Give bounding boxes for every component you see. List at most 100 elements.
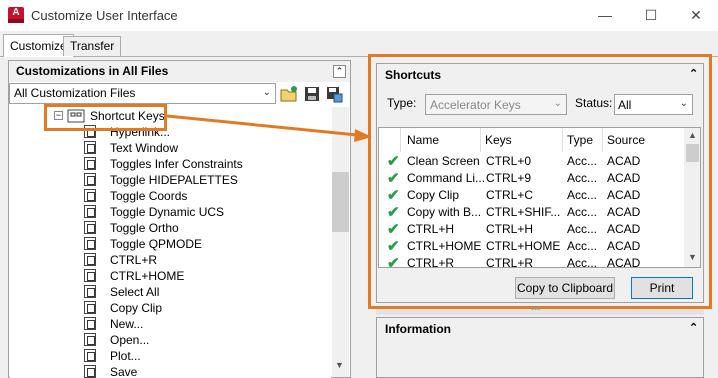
cell-keys: CTRL+HOME xyxy=(486,239,561,253)
table-row[interactable]: ✔ CTRL+H CTRL+H Acc... ACAD xyxy=(379,221,685,238)
tree-item-label: Toggle Coords xyxy=(110,189,188,203)
tree-item-label: Open... xyxy=(110,333,150,347)
cell-name: CTRL+R xyxy=(407,256,455,268)
cell-keys: CTRL+H xyxy=(486,222,534,236)
column-header-keys[interactable]: Keys xyxy=(481,128,563,152)
chevron-down-icon: ⌄ xyxy=(262,87,271,98)
cell-type: Acc... xyxy=(567,239,598,253)
shortcut-key-icon xyxy=(84,349,96,362)
save-as-icon[interactable] xyxy=(325,85,343,103)
cell-source: ACAD xyxy=(607,256,641,268)
table-row[interactable]: ✔ CTRL+R CTRL+R Acc... ACAD xyxy=(379,255,685,268)
cell-type: Acc... xyxy=(567,171,598,185)
table-row[interactable]: ✔ Copy Clip CTRL+C Acc... ACAD xyxy=(379,187,685,204)
status-label: Status: xyxy=(575,96,613,110)
table-row[interactable]: ✔ Clean Screen CTRL+0 Acc... ACAD xyxy=(379,153,685,170)
print-button[interactable]: Print xyxy=(631,277,693,299)
tree-item-label: CTRL+HOME xyxy=(110,269,185,283)
check-icon: ✔ xyxy=(387,153,400,170)
cell-name: Copy Clip xyxy=(407,188,460,202)
tree-item-label: Toggle Dynamic UCS xyxy=(110,205,225,219)
tree-item-label: Toggles Infer Constraints xyxy=(110,157,243,171)
collapse-information-icon[interactable]: ⌃ xyxy=(689,321,698,334)
scroll-down-icon[interactable]: ▼ xyxy=(688,252,697,262)
customization-file-select[interactable]: All Customization Files ⌄ xyxy=(9,83,276,104)
close-button[interactable]: ✕ xyxy=(673,0,718,31)
cell-source: ACAD xyxy=(607,222,641,236)
table-row[interactable]: ✔ Copy with B... CTRL+SHIF... Acc... ACAD xyxy=(379,204,685,221)
check-icon: ✔ xyxy=(387,170,400,187)
cell-keys: CTRL+C xyxy=(486,188,534,202)
cell-name: Command Li... xyxy=(407,171,486,185)
tree-item-label: Select All xyxy=(110,285,160,299)
scroll-up-icon[interactable]: ▲ xyxy=(688,130,697,140)
shortcut-key-icon xyxy=(84,157,96,170)
shortcuts-panel-header: Shortcuts xyxy=(377,64,703,86)
tab-transfer[interactable]: Transfer xyxy=(63,36,122,56)
window-title: Customize User Interface xyxy=(31,8,178,23)
status-select[interactable]: All ⌄ xyxy=(614,94,693,115)
shortcut-key-icon xyxy=(84,317,96,330)
cell-keys: CTRL+9 xyxy=(486,171,532,185)
shortcut-key-icon xyxy=(84,301,96,314)
shortcut-key-icon xyxy=(84,141,96,154)
panel-splitter[interactable]: ••• xyxy=(376,304,704,315)
tree-item-label: CTRL+R xyxy=(110,253,158,267)
information-panel-header: Information xyxy=(377,318,703,340)
customizations-panel-header: Customizations in All Files xyxy=(9,61,350,82)
cell-type: Acc... xyxy=(567,154,598,168)
shortcuts-grid: Name Keys Type Source ✔ Clean Screen CTRL+… xyxy=(378,127,701,268)
cell-source: ACAD xyxy=(607,171,641,185)
cell-type: Acc... xyxy=(567,222,598,236)
type-select[interactable]: Accelerator Keys ⌄ xyxy=(425,94,567,115)
check-icon: ✔ xyxy=(387,255,400,268)
minimize-button[interactable]: — xyxy=(582,0,628,31)
check-icon: ✔ xyxy=(387,221,400,238)
maximize-button[interactable]: ☐ xyxy=(628,0,674,31)
cell-type: Acc... xyxy=(567,205,598,219)
chevron-down-icon: ⌄ xyxy=(679,98,688,109)
check-icon: ✔ xyxy=(387,204,400,221)
tree-item-label: Save xyxy=(110,365,138,378)
cell-source: ACAD xyxy=(607,239,641,253)
cell-name: Copy with B... xyxy=(407,205,482,219)
shortcut-key-icon xyxy=(84,365,96,378)
tree-item-label: Toggle Ortho xyxy=(110,221,179,235)
cell-name: CTRL+HOME xyxy=(407,239,482,253)
shortcut-key-icon xyxy=(84,205,96,218)
cell-name: CTRL+H xyxy=(407,222,455,236)
column-header-type[interactable]: Type xyxy=(563,128,603,152)
check-icon: ✔ xyxy=(387,238,400,255)
type-label: Type: xyxy=(387,96,417,110)
cell-keys: CTRL+R xyxy=(486,256,534,268)
table-row[interactable]: ✔ CTRL+HOME CTRL+HOME Acc... ACAD xyxy=(379,238,685,255)
grid-scrollbar[interactable]: ▲ ▼ xyxy=(684,128,700,267)
shortcut-key-icon xyxy=(84,221,96,234)
shortcut-key-icon xyxy=(84,189,96,202)
shortcut-keys-highlight xyxy=(44,104,167,131)
shortcut-key-icon xyxy=(84,237,96,250)
column-header-name[interactable]: Name xyxy=(401,128,481,152)
table-row[interactable]: ✔ Command Li... CTRL+9 Acc... ACAD xyxy=(379,170,685,187)
scroll-down-icon[interactable]: ▼ xyxy=(335,360,344,370)
callout-arrow-icon xyxy=(167,114,372,142)
cell-source: ACAD xyxy=(607,188,641,202)
save-icon[interactable] xyxy=(303,85,321,103)
column-header-source[interactable]: Source xyxy=(603,128,685,152)
tree-scroll-thumb[interactable] xyxy=(332,172,349,232)
tree-item-label: Copy Clip xyxy=(110,301,163,315)
open-folder-icon[interactable] xyxy=(280,85,298,103)
grid-scroll-thumb[interactable] xyxy=(686,144,699,162)
cell-keys: CTRL+0 xyxy=(486,154,532,168)
cell-keys: CTRL+SHIF... xyxy=(486,205,561,219)
tree-item-label: Toggle QPMODE xyxy=(110,237,203,251)
collapse-customizations-icon[interactable]: ⌃ xyxy=(333,65,346,78)
shortcut-key-icon xyxy=(84,269,96,282)
tree-item-label: New... xyxy=(110,317,144,331)
autocad-app-icon: A xyxy=(8,7,24,23)
shortcut-key-icon xyxy=(84,333,96,346)
collapse-shortcuts-icon[interactable]: ⌃ xyxy=(689,67,698,80)
tree-item-label: Plot... xyxy=(110,349,141,363)
tree-item-label: Toggle HIDEPALETTES xyxy=(110,173,238,187)
copy-to-clipboard-button[interactable]: Copy to Clipboard xyxy=(515,277,615,299)
